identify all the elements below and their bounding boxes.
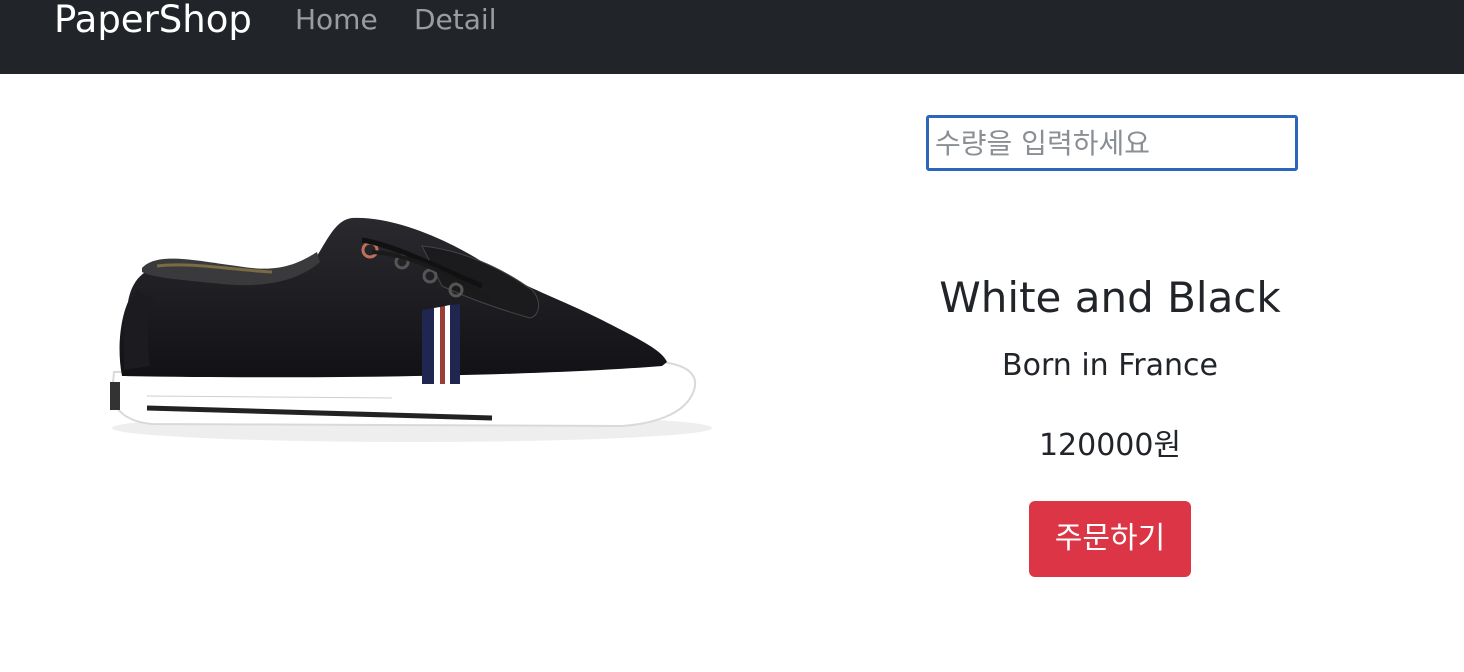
product-title: White and Black bbox=[939, 273, 1281, 322]
product-description: Born in France bbox=[1002, 348, 1218, 383]
quantity-input[interactable] bbox=[926, 115, 1298, 171]
product-price: 120000원 bbox=[1038, 428, 1182, 463]
nav-link-detail[interactable]: Detail bbox=[414, 2, 496, 38]
order-button[interactable]: 주문하기 bbox=[1029, 501, 1191, 577]
brand-logo-link[interactable]: PaperShop bbox=[54, 0, 252, 42]
product-image bbox=[62, 190, 730, 470]
nav-link-home[interactable]: Home bbox=[295, 2, 378, 38]
sneaker-image-icon bbox=[110, 217, 712, 442]
top-navbar: PaperShop Home Detail bbox=[0, 0, 1464, 74]
